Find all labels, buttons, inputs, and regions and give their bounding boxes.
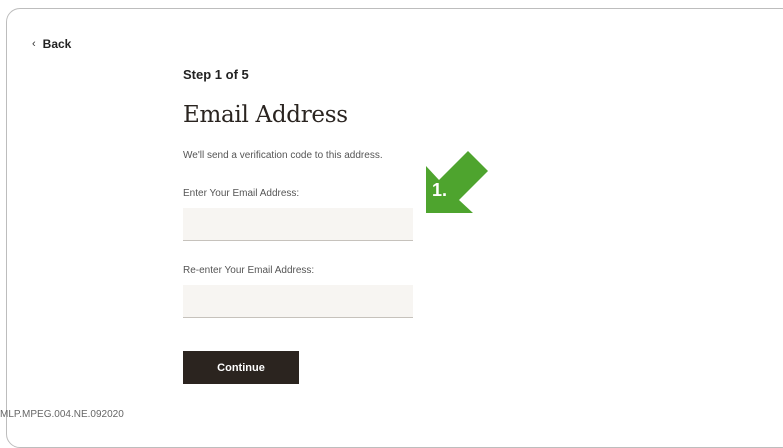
footer-code: MLP.MPEG.004.NE.092020 (0, 409, 124, 420)
annotation-arrow-shape (426, 151, 488, 213)
back-link[interactable]: ‹ Back (32, 37, 71, 51)
chevron-left-icon: ‹ (32, 38, 36, 50)
page-subtitle: We'll send a verification code to this a… (183, 150, 383, 161)
email-label: Enter Your Email Address: (183, 188, 300, 199)
confirm-email-label: Re-enter Your Email Address: (183, 265, 315, 276)
annotation-label: 1. (432, 180, 448, 200)
confirm-email-input[interactable] (183, 285, 413, 318)
back-label: Back (42, 37, 72, 51)
page-title: Email Address (183, 102, 348, 128)
email-input[interactable] (183, 208, 413, 241)
step-indicator: Step 1 of 5 (183, 67, 249, 82)
continue-button[interactable]: Continue (183, 351, 299, 384)
arrow-icon (424, 138, 502, 216)
